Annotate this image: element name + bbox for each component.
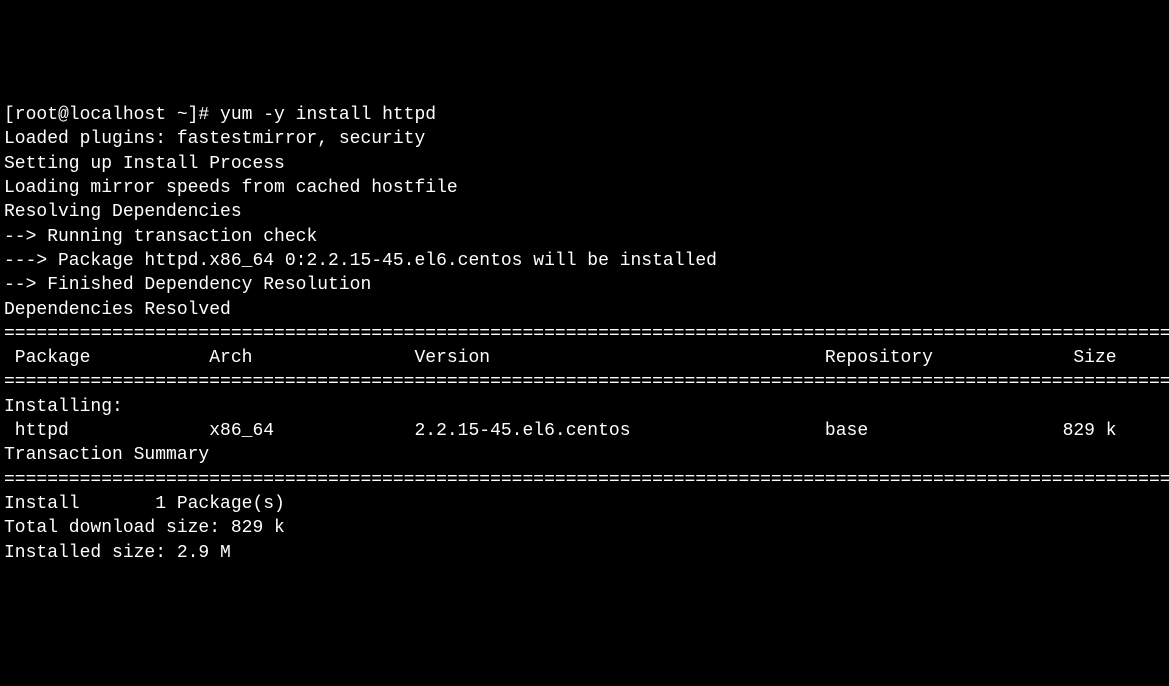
table-header: Package Arch Version Repository Size [4, 346, 1165, 370]
output-line: Loaded plugins: fastestmirror, security [4, 127, 1165, 151]
terminal-output[interactable]: [root@localhost ~]# yum -y install httpd… [4, 103, 1165, 565]
table-divider: ========================================… [4, 468, 1165, 492]
download-size: Total download size: 829 k [4, 516, 1165, 540]
installing-label: Installing: [4, 395, 1165, 419]
command-text: yum -y install httpd [220, 105, 436, 125]
shell-prompt: [root@localhost ~]# [4, 105, 220, 125]
dependencies-resolved-label: Dependencies Resolved [4, 298, 1165, 322]
install-count: Install 1 Package(s) [4, 492, 1165, 516]
package-row: httpd x86_64 2.2.15-45.el6.centos base 8… [4, 419, 1165, 443]
transaction-summary-label: Transaction Summary [4, 443, 1165, 467]
table-divider: ========================================… [4, 322, 1165, 346]
output-line: ---> Package httpd.x86_64 0:2.2.15-45.el… [4, 249, 1165, 273]
output-line: Setting up Install Process [4, 152, 1165, 176]
output-line: Resolving Dependencies [4, 200, 1165, 224]
command-line: [root@localhost ~]# yum -y install httpd [4, 103, 1165, 127]
output-line: --> Finished Dependency Resolution [4, 273, 1165, 297]
output-line: Loading mirror speeds from cached hostfi… [4, 176, 1165, 200]
table-divider: ========================================… [4, 370, 1165, 394]
output-line: --> Running transaction check [4, 225, 1165, 249]
installed-size: Installed size: 2.9 M [4, 541, 1165, 565]
